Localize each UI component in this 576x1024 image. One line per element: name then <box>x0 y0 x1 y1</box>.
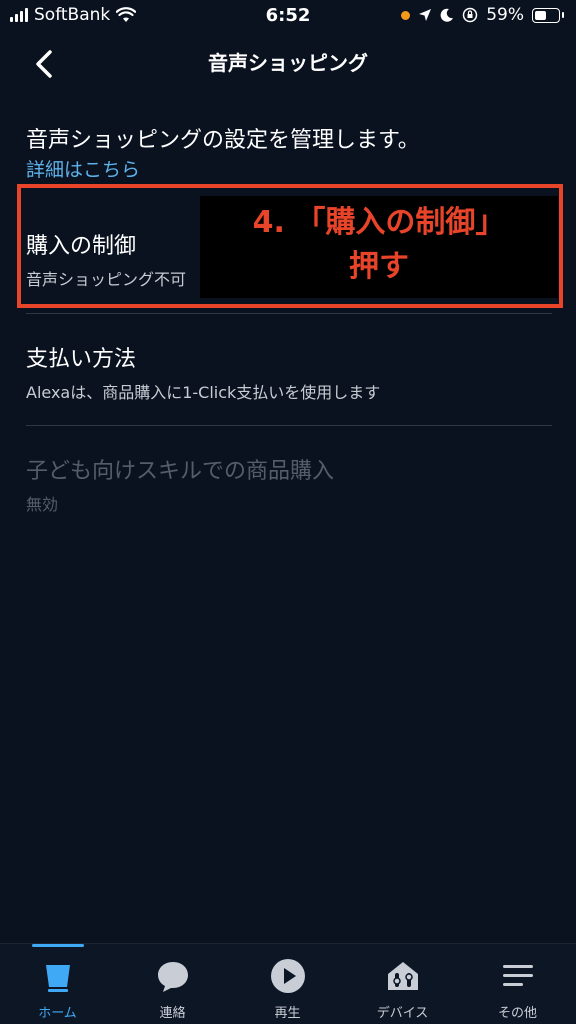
intro-text: 音声ショッピングの設定を管理します。 <box>26 128 420 153</box>
rotation-lock-icon <box>462 7 478 23</box>
mic-indicator-icon <box>401 10 411 20</box>
tab-home[interactable]: ホーム <box>0 944 115 1024</box>
tab-label: 再生 <box>274 1006 301 1021</box>
chat-bubble-icon <box>157 962 188 992</box>
active-tab-indicator <box>32 944 84 947</box>
home-icon <box>45 965 70 992</box>
item-title: 支払い方法 <box>26 347 137 372</box>
list-item-payment-method[interactable]: 支払い方法 Alexaは、商品購入に1-Click支払いを使用します <box>26 341 552 403</box>
annotation-line-2: 押す <box>349 249 409 284</box>
tab-label: 連絡 <box>159 1006 186 1021</box>
item-subtitle: Alexaは、商品購入に1-Click支払いを使用します <box>26 383 381 402</box>
tab-label: ホーム <box>38 1006 77 1021</box>
divider <box>26 313 552 314</box>
page-title: 音声ショッピング <box>208 51 368 75</box>
item-subtitle: 無効 <box>26 495 59 514</box>
tab-label: デバイス <box>376 1006 429 1021</box>
battery-icon <box>532 7 564 23</box>
menu-icon <box>502 965 533 986</box>
tab-communicate[interactable]: 連絡 <box>115 944 230 1024</box>
tab-devices[interactable]: デバイス <box>345 944 460 1024</box>
details-link[interactable]: 詳細はこちら <box>26 155 140 182</box>
tab-more[interactable]: その他 <box>460 944 575 1024</box>
divider <box>26 425 552 426</box>
devices-icon <box>387 962 418 990</box>
nav-bar: 音声ショッピング <box>0 34 576 90</box>
tab-play[interactable]: 再生 <box>230 944 345 1024</box>
tab-bar: ホーム 連絡 再生 デバイス その他 <box>0 943 576 1024</box>
battery-fill <box>535 10 546 20</box>
status-bar: SoftBank 6:52 59% <box>0 0 576 34</box>
moon-icon <box>440 8 454 22</box>
list-item-kids-skill-purchase: 子ども向けスキルでの商品購入 無効 <box>26 453 552 515</box>
location-icon <box>419 9 432 21</box>
status-right: 59% <box>401 5 564 25</box>
annotation-line-1: 4. 「購入の制御」 <box>252 205 506 240</box>
item-title: 子ども向けスキルでの商品購入 <box>26 459 335 484</box>
battery-percent: 59% <box>486 5 524 25</box>
play-icon <box>270 959 305 993</box>
annotation-note: 4. 「購入の制御」 押す <box>200 196 558 298</box>
tab-label: その他 <box>497 1006 537 1021</box>
